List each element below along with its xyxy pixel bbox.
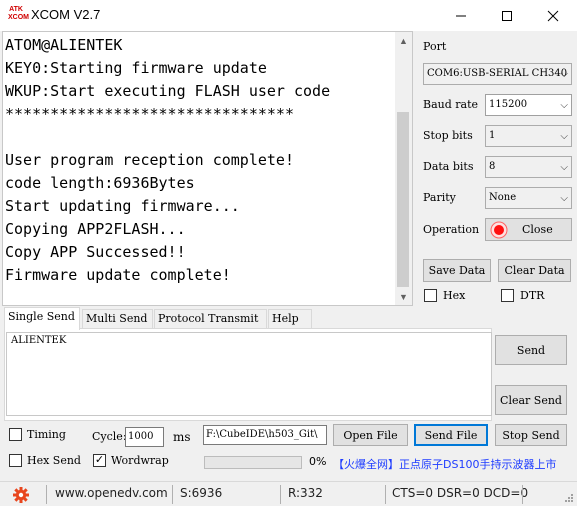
gear-icon[interactable]	[12, 486, 30, 506]
parity-value: None	[489, 192, 517, 203]
receive-line: ********************************	[5, 105, 294, 123]
minimize-icon	[456, 15, 466, 16]
timing-checkbox[interactable]	[9, 428, 22, 441]
status-separator	[522, 485, 523, 504]
status-bar: www.openedv.com S:6936 R:332 CTS=0 DSR=0…	[0, 481, 577, 506]
status-separator	[385, 485, 386, 504]
progress-percent: 0%	[309, 455, 327, 468]
stop-bits-value: 1	[489, 130, 496, 141]
baud-rate-value: 115200	[489, 99, 528, 110]
port-value: COM6:USB-SERIAL CH340	[427, 68, 568, 79]
resize-grip-icon[interactable]	[564, 492, 574, 506]
title-bar: ATK XCOM XCOM V2.7	[0, 0, 577, 31]
stop-bits-label: Stop bits	[423, 129, 473, 142]
baud-rate-label: Baud rate	[423, 98, 479, 111]
send-button[interactable]: Send	[495, 335, 567, 365]
close-icon	[547, 10, 559, 21]
dtr-label: DTR	[520, 289, 545, 302]
hex-send-label: Hex Send	[27, 454, 81, 467]
record-icon	[490, 221, 508, 238]
maximize-icon	[502, 10, 512, 21]
dtr-checkbox[interactable]	[501, 289, 514, 302]
ad-link[interactable]: 【火爆全网】正点原子DS100手持示波器上市	[333, 456, 556, 472]
operation-label: Operation	[423, 223, 480, 236]
receive-line: KEY0:Starting firmware update	[5, 59, 267, 77]
chevron-down-icon: ⌵	[560, 69, 568, 80]
hex-send-checkbox[interactable]	[9, 454, 22, 467]
scroll-thumb[interactable]	[397, 112, 409, 287]
open-close-port-button[interactable]: Close	[485, 218, 572, 241]
hex-display-checkbox[interactable]	[424, 289, 437, 302]
tab-multi-send[interactable]: Multi Send	[82, 309, 153, 329]
open-file-button[interactable]: Open File	[333, 424, 408, 446]
received-count: R:332	[288, 486, 323, 500]
receive-line: Start updating firmware...	[5, 197, 240, 215]
website-link[interactable]: www.openedv.com	[55, 486, 168, 500]
status-separator	[280, 485, 281, 504]
wordwrap-label: Wordwrap	[111, 454, 169, 467]
parity-label: Parity	[423, 191, 456, 204]
receive-line: Firmware update complete!	[5, 266, 231, 284]
timing-label: Timing	[27, 428, 66, 441]
cycle-unit: ms	[173, 430, 191, 444]
maximize-button[interactable]	[484, 0, 530, 31]
send-input[interactable]: ALIENTEK	[6, 332, 492, 416]
receive-scrollbar[interactable]: ▲ ▼	[395, 32, 412, 305]
operation-button-label: Close	[522, 223, 553, 236]
port-label: Port	[423, 40, 447, 53]
save-data-button[interactable]: Save Data	[423, 259, 491, 282]
receive-line: ATOM@ALIENTEK	[5, 36, 123, 54]
tab-single-send[interactable]: Single Send	[4, 307, 80, 330]
data-bits-value: 8	[489, 161, 496, 172]
scroll-up-icon[interactable]: ▲	[395, 32, 412, 49]
port-select[interactable]: COM6:USB-SERIAL CH340 ⌵	[423, 63, 572, 85]
file-path-input[interactable]: F:\CubeIDE\h503_Git\	[203, 425, 327, 445]
minimize-button[interactable]	[438, 0, 484, 31]
stop-bits-select[interactable]: 1 ⌵	[485, 125, 572, 147]
receive-line: User program reception complete!	[5, 151, 294, 169]
baud-rate-select[interactable]: 115200 ⌵	[485, 94, 572, 116]
chevron-down-icon: ⌵	[560, 131, 568, 142]
clear-send-button[interactable]: Clear Send	[495, 385, 567, 415]
parity-select[interactable]: None ⌵	[485, 187, 572, 209]
clear-data-button[interactable]: Clear Data	[498, 259, 571, 282]
send-file-button[interactable]: Send File	[414, 424, 488, 446]
xcom-logo: ATK XCOM	[8, 6, 29, 21]
sent-count: S:6936	[180, 486, 223, 500]
cycle-label: Cycle:	[92, 430, 127, 443]
scroll-down-icon[interactable]: ▼	[395, 288, 412, 305]
hex-display-label: Hex	[443, 289, 466, 302]
receive-line: WKUP:Start executing FLASH user code	[5, 82, 331, 100]
receive-area[interactable]: ATOM@ALIENTEK KEY0:Starting firmware upda…	[2, 31, 413, 306]
line-status: CTS=0 DSR=0 DCD=0	[392, 486, 529, 500]
receive-line	[5, 126, 395, 149]
receive-line: code length:6936Bytes	[5, 174, 195, 192]
data-bits-select[interactable]: 8 ⌵	[485, 156, 572, 178]
cycle-input[interactable]: 1000	[125, 427, 164, 447]
receive-text: ATOM@ALIENTEK KEY0:Starting firmware upda…	[5, 34, 395, 287]
receive-line: Copy APP Successed!!	[5, 243, 186, 261]
window-title: XCOM V2.7	[31, 7, 101, 22]
tab-help[interactable]: Help	[268, 309, 312, 329]
status-separator	[172, 485, 173, 504]
chevron-down-icon: ⌵	[560, 193, 568, 204]
receive-line: Copying APP2FLASH...	[5, 220, 186, 238]
status-separator	[46, 485, 47, 504]
data-bits-label: Data bits	[423, 160, 474, 173]
send-progress-bar	[204, 456, 302, 469]
chevron-down-icon: ⌵	[560, 162, 568, 173]
tab-protocol-transmit[interactable]: Protocol Transmit	[154, 309, 267, 329]
wordwrap-checkbox[interactable]: ✓	[93, 454, 106, 467]
chevron-down-icon: ⌵	[560, 100, 568, 111]
close-window-button[interactable]	[530, 0, 576, 31]
stop-send-button[interactable]: Stop Send	[495, 424, 567, 446]
